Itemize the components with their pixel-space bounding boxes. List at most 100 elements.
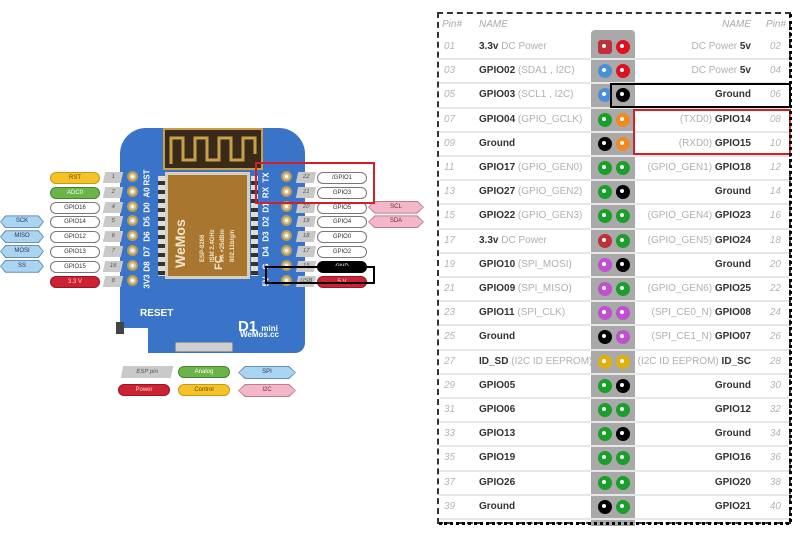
pin-name-right: (GPIO_GEN5) GPIO24 [648,235,751,246]
pin-name-right: Ground [715,428,751,439]
esp-pin-number: 18 [295,231,317,243]
pin-row: 15 GPIO22 (GPIO_GEN3) (GPIO_GEN4) GPIO23 16 [439,205,789,230]
pin-dot-gpio [598,209,612,224]
spi-label-text: MOSI [1,246,43,257]
pin-dot-spi [598,282,612,296]
pin-subname: (SPI_MOSI) [517,258,572,270]
pin-row: 13 GPIO27 (GPIO_GEN2) Ground 14 [439,181,789,206]
pin-number-left: 29 [444,379,456,391]
pin-name-right: Ground [715,380,751,391]
pin-subname: (SPI_MISO) [517,283,572,294]
pin-dot-spi [616,330,630,345]
header-name-left: NAME [479,19,508,30]
pin-dot-power5 [616,40,630,54]
site-label: WeMos.cc [240,330,279,339]
wemos-d1-mini-pinout: WeMos ESP-8266 ISM 2.4GHz PA +25dBm 802.… [0,0,430,535]
pin-name: GPIO16 [714,452,751,464]
antenna-trace [163,128,263,170]
pin-number-left: 13 [444,186,456,198]
pin-name-left: Ground [479,331,515,342]
micro-usb-port [175,342,233,352]
pin-subname: (SPI_CLK) [517,307,566,319]
legend-esp-pin: ESP pin [120,366,174,378]
pin-name: GPIO17 [479,162,516,173]
pin-name: GPIO27 [479,186,516,198]
pin-name: Ground [479,500,516,512]
pin-number-right: 20 [769,258,781,270]
pin-row: 31 GPIO06 GPIO12 32 [439,399,789,424]
pin-number-left: 11 [444,162,455,173]
pin-name: Ground [714,186,751,198]
antenna-icon [169,136,257,164]
pin-name-right: GPIO16 [715,452,751,463]
pin-hole [281,245,292,256]
i2c-label-text: SCL [369,201,423,213]
highlight-ground-box [610,83,791,108]
pin-name-right: Ground [715,259,751,270]
legend-label: I2C [239,385,295,396]
pin-dot-spi [598,306,612,321]
pin-number-right: 14 [769,186,781,198]
chip-model-label: ESP-8266 [200,234,206,262]
reset-button[interactable] [116,322,124,334]
pin-subname: (GPIO_GEN1) [647,162,713,173]
pin-number-left: 19 [444,258,456,270]
spi-label-text: SS [1,260,43,272]
esp-pin-number: 17 [295,246,317,257]
pin-name: ID_SD [479,355,509,367]
pin-name-left: ID_SD (I2C ID EEPROM) [479,356,592,367]
pin-row: 19 GPIO10 (SPI_MOSI) Ground 20 [439,254,789,278]
pin-dot-gpio [598,427,612,442]
highlight-gnd-box [265,266,375,284]
pin-number-left: 05 [444,89,456,101]
pin-number-right: 18 [769,234,781,246]
pin-number-left: 25 [444,331,456,343]
esp-pin-number: 6 [102,231,124,243]
pin-dot-ground [598,499,612,514]
pin-name-left: GPIO02 (SDA1 , I2C) [479,65,575,76]
esp-pin-number: 8 [102,275,124,287]
pin-dot-ground [616,185,630,200]
raspberry-pi-gpio-header: Pin# NAME NAME Pin# 01 3.3v DC Power DC Po… [437,12,792,526]
pin-name: GPIO12 [714,404,751,415]
pin-subname: (GPIO_GEN5) [647,234,713,246]
chip-fc-mark: FC [213,255,225,270]
pin-number-right: 36 [769,452,781,464]
pin-row: 21 GPIO09 (SPI_MISO) (GPIO_GEN6) GPIO25 22 [439,278,789,303]
pin-number-right: 26 [769,331,781,343]
pin-dot-ground [616,427,630,442]
pin-dot-gpio [616,475,630,490]
pin-dot-gpio [616,209,630,224]
esp-pin-number: 7 [102,246,124,257]
pin-name-left: GPIO06 [479,404,515,415]
pin-row: 17 3.3v DC Power (GPIO_GEN5) GPIO24 18 [439,230,789,254]
pin-name: GPIO07 [714,331,751,343]
pin-name-left: GPIO09 (SPI_MISO) [479,283,572,294]
pin-number-right: 24 [769,307,781,319]
pin-subname: (SDA1 , I2C) [517,65,575,77]
pin-name: GPIO24 [714,234,751,246]
pin-number-left: 23 [444,307,456,319]
highlight-uart-box [255,162,375,204]
pin-row: 01 3.3v DC Power DC Power 5v 02 [439,36,789,61]
pin-hole [127,185,138,197]
pin-name-right: (SPI_CE1_N) GPIO07 [652,331,752,342]
pin-name-left: GPIO10 (SPI_MOSI) [479,259,572,270]
pin-name: GPIO08 [714,307,751,319]
esp-pin-number: 16 [102,260,124,272]
pin-hole [127,259,138,271]
pin-name: 3.3v [479,41,499,52]
pin-hole [127,274,138,286]
pin-name: GPIO21 [714,500,751,512]
pin-row: 39 Ground GPIO21 40 [439,496,789,520]
pin-dot-i2c [598,64,612,79]
legend-label: SPI [239,367,295,378]
pin-dot-uart [616,136,630,151]
pin-name: GPIO18 [714,162,751,173]
pin-name-left: GPIO11 (SPI_CLK) [479,307,565,318]
pin-name: GPIO04 [479,113,516,125]
pin-name: GPIO25 [714,283,751,294]
pin-number-right: 22 [769,283,781,294]
pin-name-left: GPIO19 [479,452,515,463]
spi-label: SCK [0,215,44,229]
